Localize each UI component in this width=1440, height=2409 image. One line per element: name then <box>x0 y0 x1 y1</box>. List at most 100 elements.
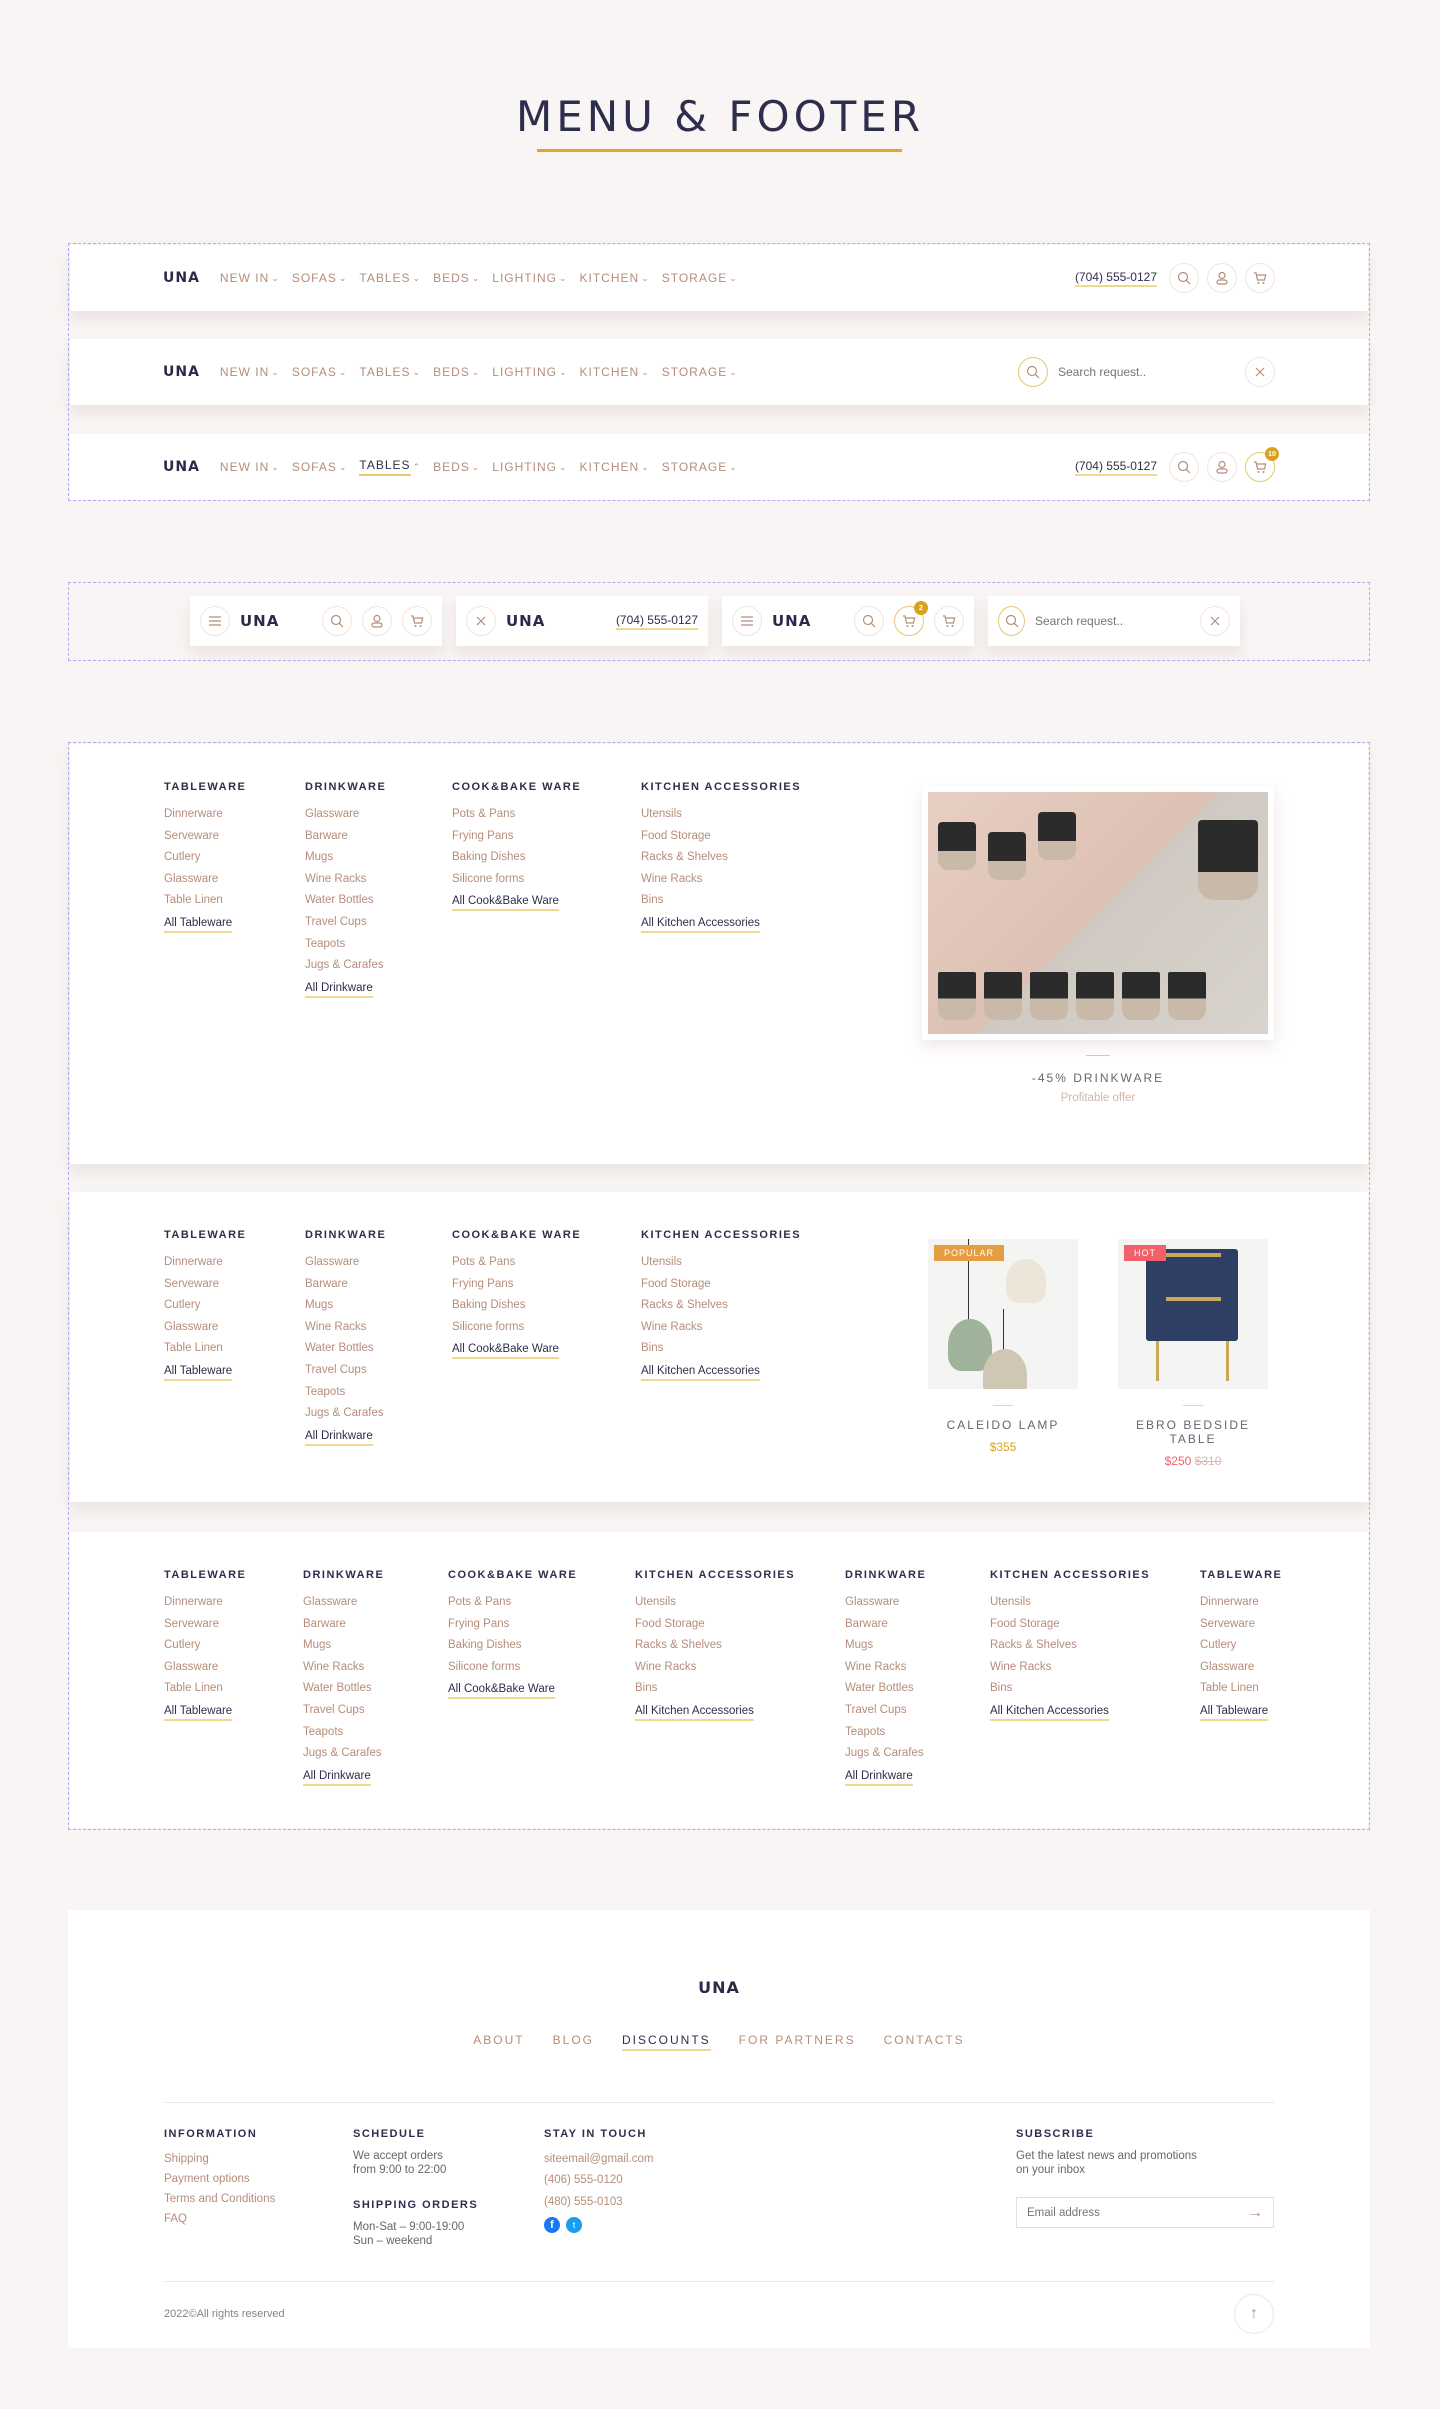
view-all-link[interactable]: All Drinkware <box>303 1768 371 1786</box>
menu-link[interactable]: Food Storage <box>635 1614 845 1636</box>
brand-logo[interactable]: UNA <box>240 612 279 630</box>
menu-link[interactable]: Wine Racks <box>305 869 452 891</box>
menu-link[interactable]: Glassware <box>164 1317 305 1339</box>
footer-nav-link[interactable]: CONTACTS <box>884 2033 965 2051</box>
menu-link[interactable]: Water Bottles <box>845 1678 990 1700</box>
menu-link[interactable]: Racks & Shelves <box>990 1635 1200 1657</box>
brand-logo[interactable]: UNA <box>163 364 200 380</box>
menu-link[interactable]: Serveware <box>164 1614 303 1636</box>
view-all-link[interactable]: All Tableware <box>164 1703 233 1721</box>
nav-item[interactable]: TABLES ⌄ <box>359 271 421 285</box>
menu-link[interactable]: Dinnerware <box>164 1592 303 1614</box>
menu-link[interactable]: Utensils <box>641 1252 831 1274</box>
menu-link[interactable]: Bins <box>635 1678 845 1700</box>
menu-link[interactable]: Barware <box>305 1274 452 1296</box>
footer-nav-link[interactable]: ABOUT <box>473 2033 524 2051</box>
nav-item[interactable]: LIGHTING ⌄ <box>492 458 567 476</box>
search-button[interactable] <box>1169 263 1199 293</box>
close-search-button[interactable] <box>1245 357 1275 387</box>
menu-link[interactable]: Travel Cups <box>303 1700 448 1722</box>
view-all-link[interactable]: All Cook&Bake Ware <box>452 1341 559 1360</box>
menu-link[interactable]: Frying Pans <box>452 1274 641 1296</box>
menu-link[interactable]: Glassware <box>305 1252 452 1274</box>
menu-link[interactable]: Frying Pans <box>448 1614 635 1636</box>
nav-item[interactable]: BEDS ⌄ <box>433 271 480 285</box>
menu-link[interactable]: Table Linen <box>164 890 305 912</box>
menu-link[interactable]: Bins <box>641 1338 831 1360</box>
phone-link[interactable]: (704) 555-0127 <box>1074 459 1157 476</box>
cart-alt-button[interactable] <box>934 606 964 636</box>
brand-logo[interactable]: UNA <box>772 612 811 630</box>
menu-link[interactable]: Mugs <box>305 847 452 869</box>
menu-link[interactable]: Teapots <box>303 1722 448 1744</box>
menu-link[interactable]: Barware <box>303 1614 448 1636</box>
menu-link[interactable]: Glassware <box>164 869 305 891</box>
menu-link[interactable]: Cutlery <box>1200 1635 1280 1657</box>
menu-link[interactable]: Silicone forms <box>448 1657 635 1679</box>
nav-item[interactable]: SOFAS ⌄ <box>292 365 348 379</box>
nav-item[interactable]: TABLES ⌃ <box>359 458 421 476</box>
menu-link[interactable]: Serveware <box>164 1274 305 1296</box>
view-all-link[interactable]: All Drinkware <box>845 1768 913 1786</box>
brand-logo[interactable]: UNA <box>163 459 200 475</box>
nav-item[interactable]: KITCHEN ⌄ <box>580 365 650 379</box>
view-all-link[interactable]: All Drinkware <box>305 1428 373 1446</box>
view-all-link[interactable]: All Kitchen Accessories <box>990 1703 1109 1721</box>
view-all-link[interactable]: All Tableware <box>164 1363 233 1381</box>
nav-item[interactable]: BEDS ⌄ <box>433 458 480 476</box>
phone-link[interactable]: (406) 555-0120 <box>544 2169 653 2191</box>
brand-logo[interactable]: UNA <box>698 1978 740 1997</box>
promo-banner[interactable] <box>922 786 1274 1040</box>
menu-link[interactable]: Wine Racks <box>305 1317 452 1339</box>
close-search-button[interactable] <box>1200 606 1230 636</box>
menu-link[interactable]: Pots & Pans <box>452 1252 641 1274</box>
menu-link[interactable]: Water Bottles <box>305 1338 452 1360</box>
close-menu-button[interactable] <box>466 606 496 636</box>
search-input[interactable] <box>1035 614 1190 628</box>
menu-link[interactable]: Cutlery <box>164 1635 303 1657</box>
menu-link[interactable]: Bins <box>990 1678 1200 1700</box>
menu-link[interactable]: Silicone forms <box>452 869 641 891</box>
search-submit-button[interactable] <box>998 606 1025 636</box>
menu-button[interactable] <box>200 606 230 636</box>
menu-link[interactable]: Baking Dishes <box>452 1295 641 1317</box>
email-link[interactable]: siteemail@gmail.com <box>544 2149 653 2169</box>
menu-link[interactable]: Cutlery <box>164 1295 305 1317</box>
nav-item[interactable]: KITCHEN ⌄ <box>580 458 650 476</box>
menu-link[interactable]: Racks & Shelves <box>641 847 831 869</box>
menu-link[interactable]: Utensils <box>990 1592 1200 1614</box>
menu-link[interactable]: Table Linen <box>1200 1678 1280 1700</box>
menu-link[interactable]: Pots & Pans <box>452 804 641 826</box>
view-all-link[interactable]: All Kitchen Accessories <box>635 1703 754 1721</box>
product-card[interactable]: POPULAR CALEIDO LAMP $355 <box>928 1239 1078 1454</box>
footer-nav-link[interactable]: BLOG <box>553 2033 594 2051</box>
phone-link[interactable]: (704) 555-0127 <box>1074 270 1157 287</box>
scroll-top-button[interactable]: ↑ <box>1234 2294 1274 2334</box>
footer-link[interactable]: Terms and Conditions <box>164 2189 275 2209</box>
view-all-link[interactable]: All Tableware <box>164 915 233 933</box>
arrow-right-icon[interactable]: → <box>1247 2204 1263 2222</box>
account-button[interactable] <box>1207 263 1237 293</box>
menu-link[interactable]: Bins <box>641 890 831 912</box>
menu-link[interactable]: Serveware <box>164 826 305 848</box>
menu-link[interactable]: Food Storage <box>641 1274 831 1296</box>
view-all-link[interactable]: All Kitchen Accessories <box>641 915 760 933</box>
menu-link[interactable]: Travel Cups <box>305 912 452 934</box>
cart-button[interactable] <box>402 606 432 636</box>
menu-link[interactable]: Glassware <box>303 1592 448 1614</box>
phone-link[interactable]: (480) 555-0103 <box>544 2191 653 2213</box>
view-all-link[interactable]: All Tableware <box>1200 1703 1269 1721</box>
search-button[interactable] <box>1169 452 1199 482</box>
menu-link[interactable]: Teapots <box>305 1382 452 1404</box>
view-all-link[interactable]: All Cook&Bake Ware <box>448 1681 555 1700</box>
menu-link[interactable]: Cutlery <box>164 847 305 869</box>
menu-link[interactable]: Pots & Pans <box>448 1592 635 1614</box>
search-submit-button[interactable] <box>1018 357 1048 387</box>
menu-link[interactable]: Wine Racks <box>635 1657 845 1679</box>
nav-item[interactable]: SOFAS ⌄ <box>292 458 348 476</box>
menu-link[interactable]: Jugs & Carafes <box>845 1743 990 1765</box>
menu-link[interactable]: Jugs & Carafes <box>305 955 452 977</box>
menu-link[interactable]: Glassware <box>845 1592 990 1614</box>
cart-button[interactable]: 10 <box>1245 447 1279 482</box>
cart-button[interactable]: 2 <box>894 601 928 636</box>
